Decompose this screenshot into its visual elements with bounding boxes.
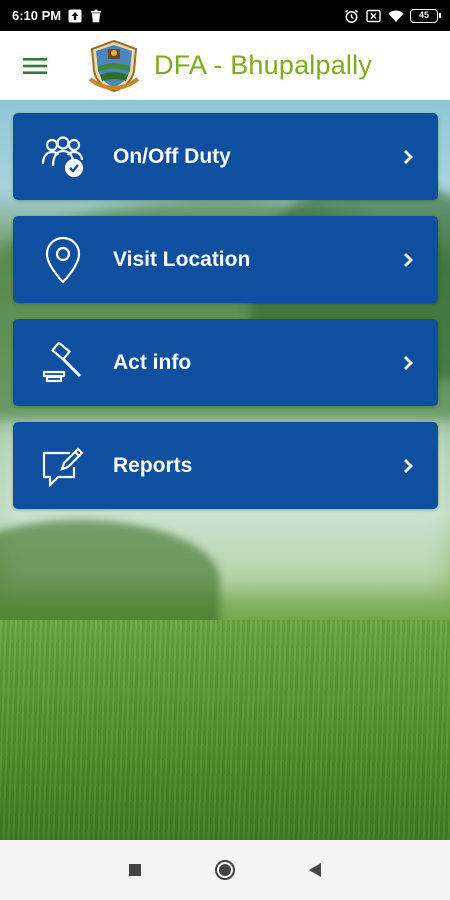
status-time: 6:10 PM bbox=[12, 8, 62, 23]
menu-item-visit-location[interactable]: Visit Location bbox=[13, 216, 438, 303]
status-bar: 6:10 PM 45 bbox=[0, 0, 450, 31]
menu-item-label: Visit Location bbox=[113, 247, 251, 271]
upload-notification-icon bbox=[68, 9, 82, 23]
menu-item-reports[interactable]: Reports bbox=[13, 422, 438, 509]
menu-item-label: On/Off Duty bbox=[113, 144, 231, 168]
hamburger-icon bbox=[23, 57, 47, 74]
menu-item-on-off-duty[interactable]: On/Off Duty bbox=[13, 113, 438, 200]
chevron-right-icon bbox=[378, 458, 438, 474]
chevron-right-icon bbox=[378, 149, 438, 165]
square-icon bbox=[129, 864, 141, 876]
trash-notification-icon bbox=[89, 9, 103, 23]
menu-item-label: Act info bbox=[113, 350, 192, 374]
background-grass bbox=[0, 620, 450, 840]
users-check-icon bbox=[13, 113, 113, 200]
alarm-icon bbox=[344, 9, 358, 23]
home-button[interactable] bbox=[205, 850, 245, 890]
back-button[interactable] bbox=[295, 850, 335, 890]
chevron-right-icon bbox=[378, 355, 438, 371]
menu-item-act-info[interactable]: Act info bbox=[13, 319, 438, 406]
system-nav-bar bbox=[0, 840, 450, 900]
wifi-icon bbox=[388, 9, 404, 23]
edit-message-icon bbox=[13, 422, 113, 509]
sim-off-icon bbox=[366, 9, 381, 23]
battery-icon: 45 bbox=[410, 8, 441, 23]
hamburger-menu-button[interactable] bbox=[0, 31, 70, 100]
app-bar: DFA - Bhupalpally bbox=[0, 31, 450, 100]
gavel-icon bbox=[13, 319, 113, 406]
main-content: On/Off Duty Visit Location Act info Repo… bbox=[0, 100, 450, 840]
circle-icon bbox=[215, 860, 235, 880]
recents-button[interactable] bbox=[115, 850, 155, 890]
chevron-right-icon bbox=[378, 252, 438, 268]
menu-list: On/Off Duty Visit Location Act info Repo… bbox=[13, 113, 438, 525]
back-triangle-icon bbox=[309, 863, 321, 877]
location-pin-icon bbox=[13, 216, 113, 303]
app-title: DFA - Bhupalpally bbox=[154, 50, 373, 80]
department-logo-icon bbox=[88, 39, 140, 93]
menu-item-label: Reports bbox=[113, 453, 193, 477]
